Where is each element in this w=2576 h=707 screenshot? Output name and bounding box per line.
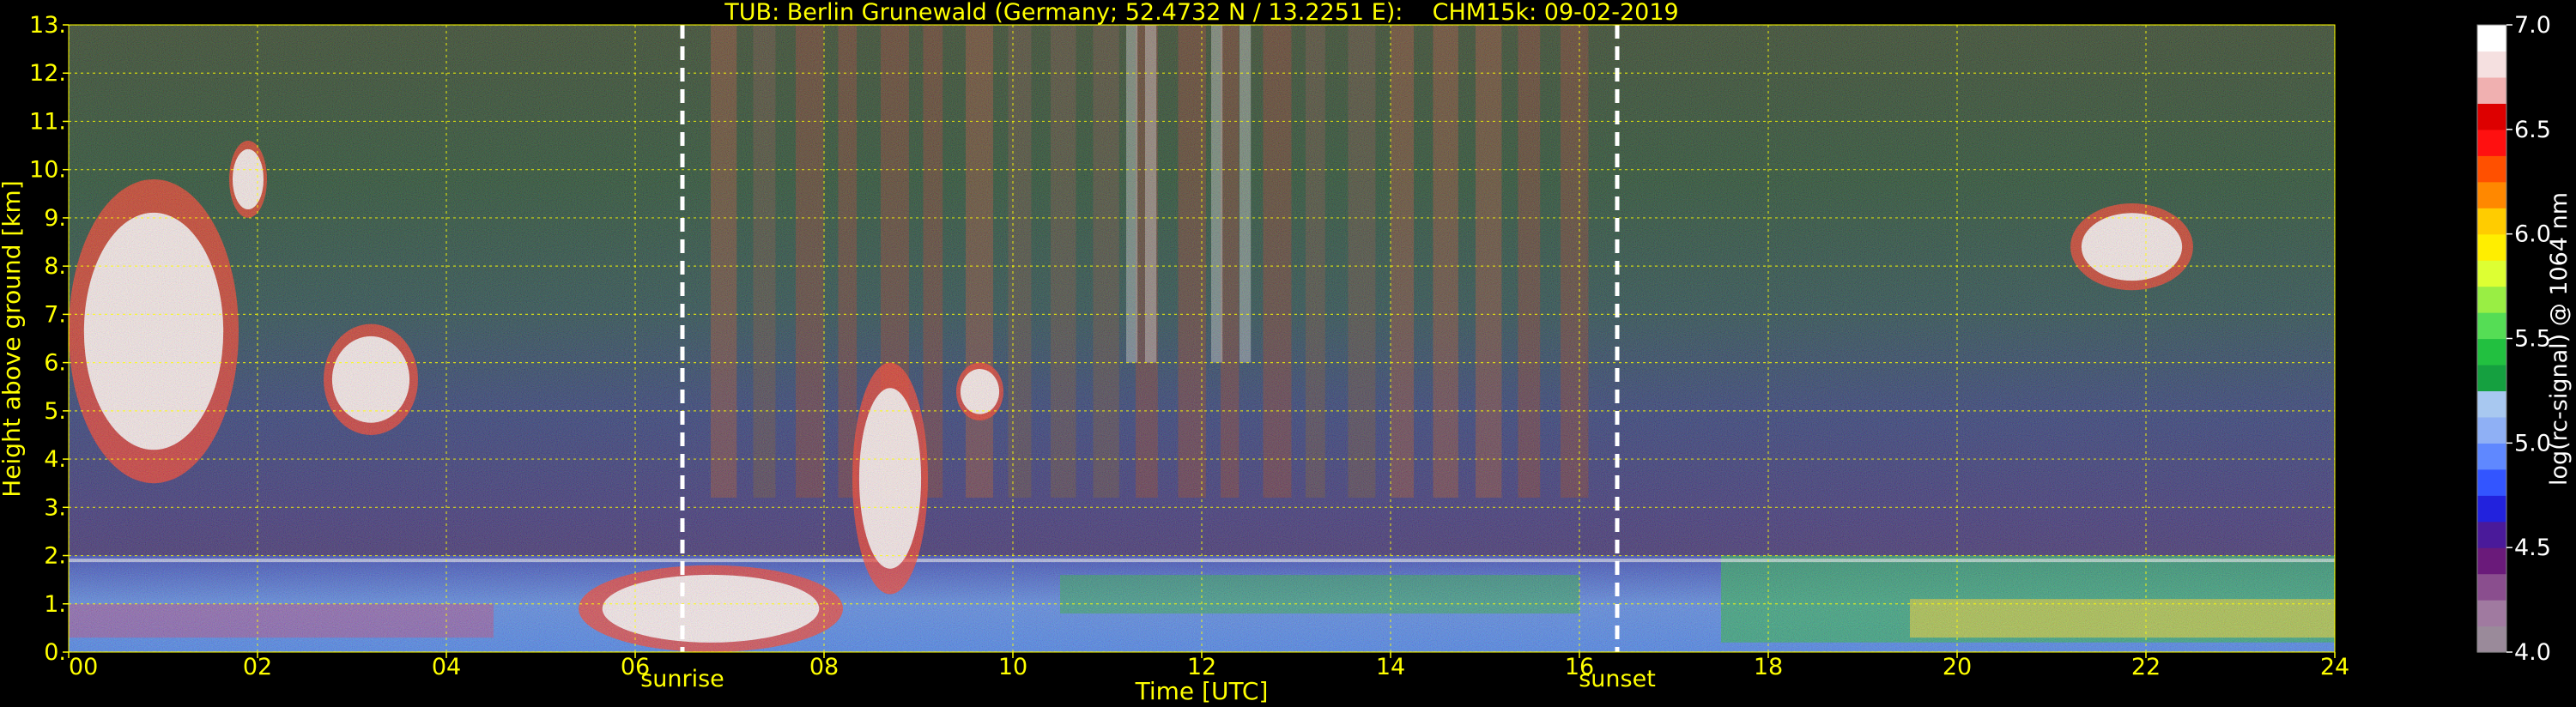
y-tick-label: 7. [44,301,66,328]
colorbar-label: log(rc-signal) @ 1064 nm [2546,192,2573,486]
x-tick-label: 14 [1376,654,1405,680]
y-tick-label: 8. [44,253,66,280]
sunset-label: sunset [1579,666,1656,692]
y-tick-label: 13. [29,12,66,39]
colorbar-segment [2477,416,2506,444]
colorbar-segment [2477,103,2506,130]
colorbar-tick-label: 4.5 [2514,535,2551,561]
colorbar-tick-label: 7.0 [2514,12,2551,39]
colorbar-segment [2477,208,2506,235]
colorbar-segment [2477,233,2506,261]
y-tick-label: 4. [44,446,66,473]
y-tick-label: 3. [44,494,66,521]
colorbar-tick-label: 6.5 [2514,117,2551,143]
x-tick-label: 10 [998,654,1027,680]
colorbar-segment [2477,312,2506,340]
y-tick-label: 5. [44,398,66,425]
colorbar-segment [2477,338,2506,366]
y-axis-label: Height above ground [km] [0,180,26,498]
colorbar-segment [2477,468,2506,496]
plot-area [69,25,2335,652]
chart-title: TUB: Berlin Grunewald (Germany; 52.4732 … [724,0,1678,26]
x-tick-label: 04 [432,654,461,680]
colorbar: 4.04.55.05.56.06.57.0 log(rc-signal) @ 1… [2476,12,2573,666]
colorbar-segment [2477,600,2506,627]
y-tick-label: 0. [44,639,66,666]
y-tick-label: 6. [44,350,66,377]
colorbar-ticks: 4.04.55.05.56.06.57.0 [2506,12,2551,666]
x-tick-label: 02 [243,654,272,680]
x-axis-label: Time [UTC] [1135,677,1269,705]
colorbar-segment [2477,155,2506,183]
colorbar-segment [2477,129,2506,156]
y-tick-label: 9. [44,205,66,232]
colorbar-segment [2477,521,2506,548]
y-tick-label: 1. [44,591,66,618]
colorbar-segment [2477,390,2506,418]
colorbar-segment [2477,25,2506,52]
colorbar-segment [2477,443,2506,470]
colorbar-segment [2477,286,2506,313]
y-tick-label: 11. [29,108,66,135]
colorbar-segment [2477,625,2506,653]
colorbar-segment [2477,76,2506,104]
colorbar-segment [2477,364,2506,392]
y-axis-ticks: 0. 1. 2. 3. 4. 5. 6. 7. 8. 9. 10. 11. 12. 13. [29,12,69,666]
ceilometer-chart: 00 02 04 06 08 10 12 14 16 18 20 22 24 0.1.2.3.4.5.6… [0,0,2573,705]
x-tick-label: 24 [2320,654,2349,680]
x-tick-label: 18 [1754,654,1783,680]
colorbar-segment [2477,495,2506,523]
colorbar-segment [2477,573,2506,601]
colorbar-segment [2477,51,2506,78]
x-tick-label: 00 [69,654,98,680]
x-tick-label: 22 [2131,654,2161,680]
colorbar-segment [2477,181,2506,208]
x-tick-label: 20 [1943,654,1972,680]
y-tick-label: 2. [44,543,66,570]
x-tick-label: 08 [809,654,839,680]
colorbar-segment [2477,547,2506,575]
sunrise-label: sunrise [640,666,724,692]
colorbar-tick-label: 4.0 [2514,639,2551,666]
colorbar-segment [2477,260,2506,287]
colorbar-segments [2477,25,2506,653]
y-tick-label: 12. [29,60,66,87]
y-tick-label: 10. [29,157,66,184]
